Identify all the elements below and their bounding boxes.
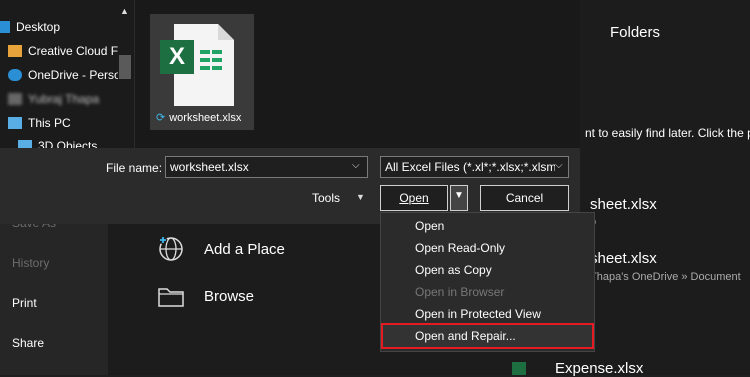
menu-item-open-read-only[interactable]: Open Read-Only — [415, 241, 505, 255]
recent-file-name[interactable]: sheet.xlsx — [590, 196, 657, 213]
menu-item-open[interactable]: Open — [415, 219, 444, 233]
creative-cloud-icon — [8, 45, 22, 57]
nav-item-label: Creative Cloud F — [28, 44, 119, 58]
onedrive-icon — [8, 69, 22, 81]
nav-item-label: Desktop — [16, 20, 61, 34]
nav-item-label: Yubraj Thapa — [28, 92, 100, 106]
file-name-text: worksheet.xlsx — [169, 111, 242, 124]
excel-file-icon — [160, 24, 234, 106]
browse-button[interactable]: Browse — [156, 281, 254, 311]
this-pc-icon — [8, 117, 22, 129]
backstage-share[interactable]: Share — [12, 336, 44, 350]
nav-item-label: OneDrive - Perso — [28, 68, 121, 82]
add-a-place-label: Add a Place — [204, 240, 285, 258]
backstage-print[interactable]: Print — [12, 296, 37, 310]
menu-item-open-as-copy[interactable]: Open as Copy — [415, 263, 492, 277]
file-item-label: ⟳ worksheet.xlsx — [156, 111, 242, 125]
cancel-button-label: Cancel — [505, 191, 544, 205]
nav-item-label: This PC — [28, 116, 71, 130]
excel-file-icon — [512, 362, 526, 375]
backstage-history[interactable]: History — [12, 256, 49, 270]
caret-down-icon: ▼ — [454, 190, 464, 201]
menu-item-open-and-repair[interactable]: Open and Repair... — [415, 329, 516, 343]
user-folder-icon — [8, 93, 22, 105]
desktop-icon — [0, 21, 10, 33]
scrollbar-thumb[interactable] — [119, 55, 131, 79]
file-name-label: File name: — [106, 161, 163, 175]
nav-item-this-pc[interactable]: This PC — [8, 116, 71, 130]
nav-item-user[interactable]: Yubraj Thapa — [8, 92, 99, 106]
caret-down-icon[interactable]: ▼ — [356, 192, 365, 202]
nav-item-onedrive[interactable]: OneDrive - Perso — [8, 68, 121, 82]
sync-icon: ⟳ — [156, 112, 166, 124]
browse-label: Browse — [204, 287, 255, 305]
menu-item-open-protected-view[interactable]: Open in Protected View — [415, 307, 541, 321]
recent-file-name[interactable]: Expense.xlsx — [555, 360, 643, 377]
folders-hint: nt to easily find later. Click the p — [585, 126, 750, 140]
excel-letter: X — [169, 43, 186, 70]
scroll-up-icon[interactable]: ▲ — [120, 6, 129, 16]
add-a-place-button[interactable]: Add a Place — [156, 234, 285, 264]
open-button-label: Open — [399, 191, 429, 205]
globe-icon — [159, 236, 183, 261]
recent-file-name[interactable]: sheet.xlsx — [590, 250, 657, 267]
file-type-select[interactable]: All Excel Files (*.xl*;*.xlsx;*.xlsm — [380, 156, 569, 178]
folders-heading: Folders — [610, 24, 661, 41]
folder-icon — [158, 288, 184, 307]
tools-button[interactable]: Tools — [312, 191, 340, 205]
nav-item-desktop[interactable]: Desktop — [0, 20, 60, 34]
nav-item-creative-cloud[interactable]: Creative Cloud F — [8, 44, 118, 58]
chevron-down-icon[interactable]: ⌵ — [352, 160, 360, 171]
chevron-down-icon[interactable]: ⌵ — [555, 160, 563, 171]
recent-file-path: Thapa's OneDrive » Document — [590, 271, 741, 283]
menu-item-open-in-browser: Open in Browser — [415, 285, 505, 299]
file-name-input[interactable]: worksheet.xlsx — [165, 156, 368, 178]
